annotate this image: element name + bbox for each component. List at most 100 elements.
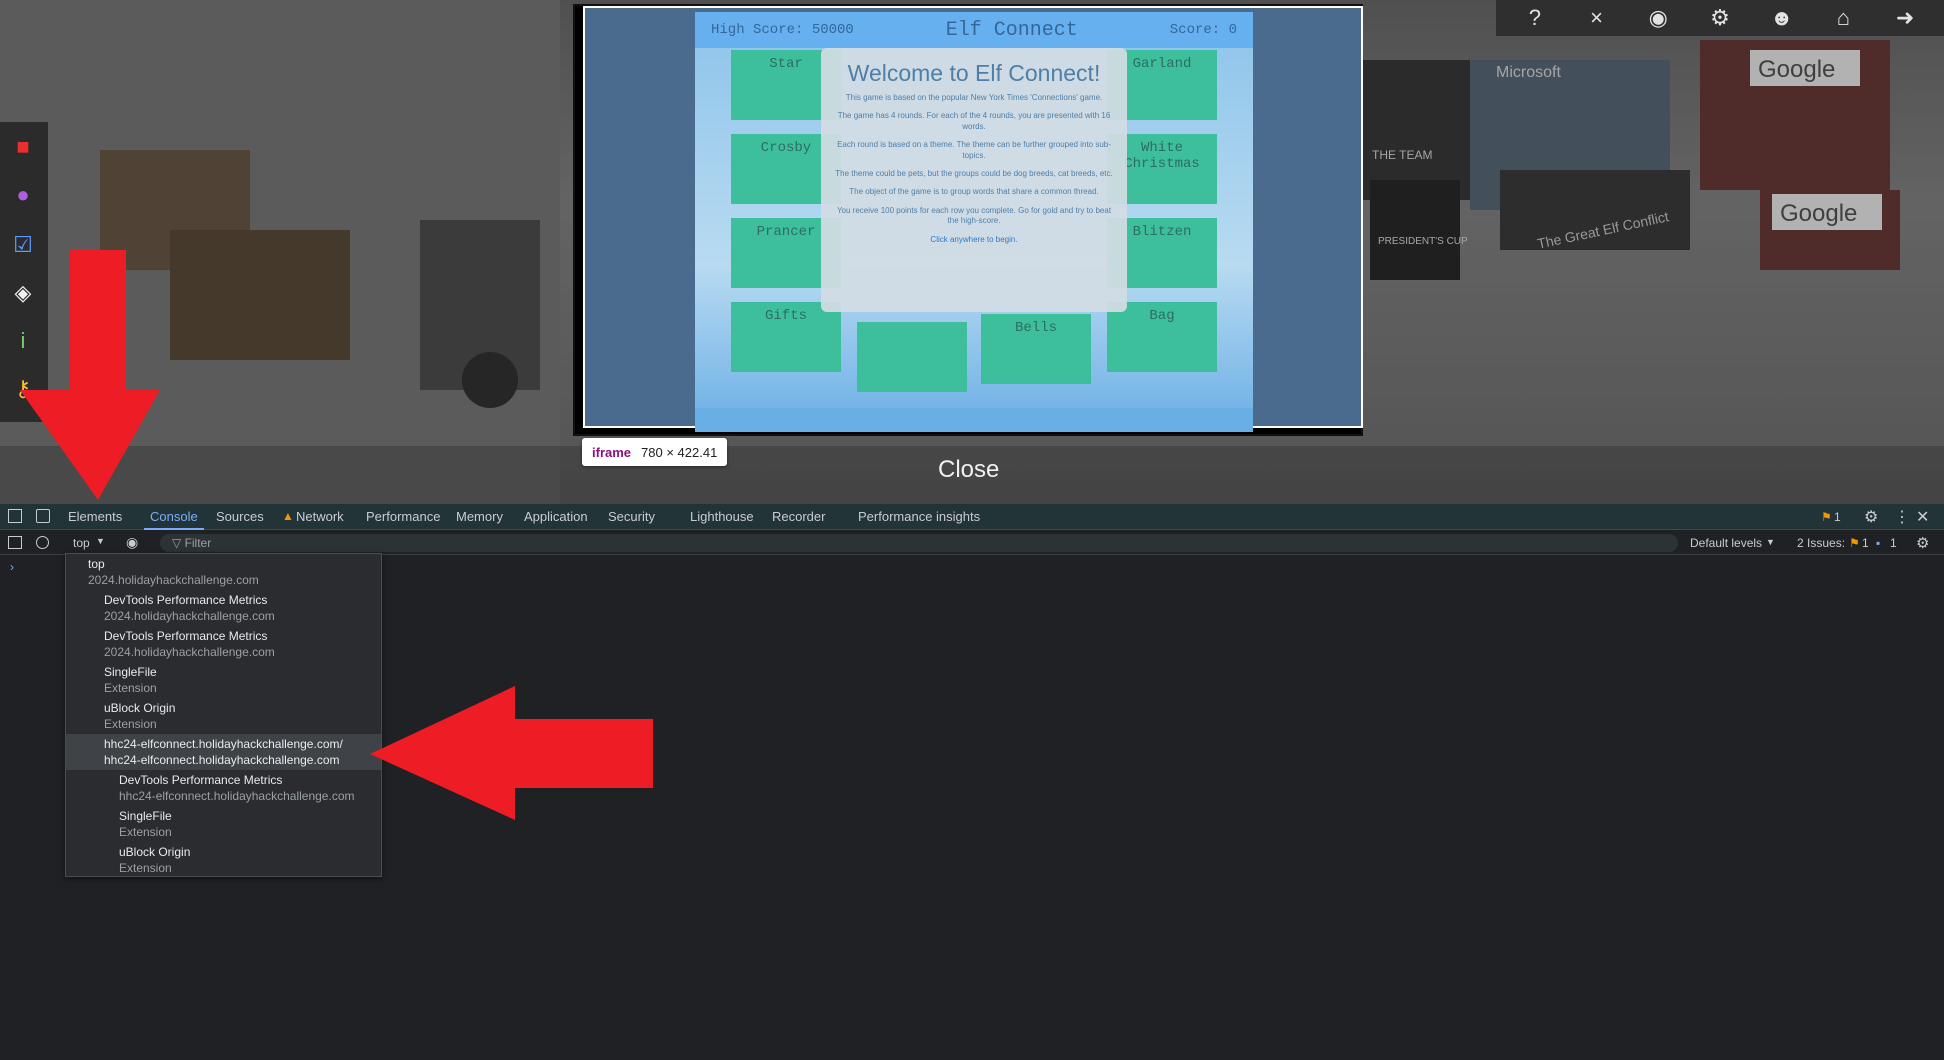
logout-icon[interactable]: ➜ bbox=[1890, 3, 1920, 33]
close-button[interactable]: Close bbox=[938, 456, 999, 484]
context-name: uBlock Origin bbox=[119, 845, 191, 859]
tab-memory[interactable]: Memory bbox=[450, 504, 509, 530]
game-footer bbox=[695, 408, 1253, 432]
tooltip-dimensions: 780 × 422.41 bbox=[641, 444, 718, 460]
high-score: High Score: 50000 bbox=[711, 22, 854, 38]
prompt-chevron-icon[interactable]: › bbox=[10, 560, 14, 574]
top-right-toolbar: ? × ◉ ⚙ ☻ ⌂ ➜ bbox=[1496, 0, 1944, 36]
tab-performance[interactable]: Performance bbox=[360, 504, 446, 530]
score: Score: 0 bbox=[1169, 22, 1237, 38]
context-origin: Extension bbox=[119, 825, 172, 839]
game-title: Elf Connect bbox=[945, 18, 1078, 42]
issues-count[interactable]: 1 bbox=[1834, 510, 1841, 524]
context-option[interactable]: DevTools Performance Metrics 2024.holida… bbox=[66, 626, 381, 662]
sidebar-toggle-icon[interactable] bbox=[8, 536, 22, 549]
console-settings-icon[interactable]: ⚙ bbox=[1916, 534, 1929, 552]
context-name: DevTools Performance Metrics bbox=[104, 629, 268, 643]
tab-recorder[interactable]: Recorder bbox=[766, 504, 831, 530]
word-tile-empty[interactable] bbox=[857, 322, 967, 392]
issues-label[interactable]: 2 Issues: bbox=[1797, 536, 1845, 550]
context-name: hhc24-elfconnect.holidayhackchallenge.co… bbox=[104, 737, 343, 751]
context-origin: hhc24-elfconnect.holidayhackchallenge.co… bbox=[104, 753, 340, 767]
context-option-top[interactable]: top 2024.holidayhackchallenge.com bbox=[66, 554, 381, 590]
game-header: High Score: 50000 Elf Connect Score: 0 bbox=[695, 12, 1253, 48]
tab-performance-insights[interactable]: Performance insights bbox=[852, 504, 986, 530]
issues-info-count[interactable]: 1 bbox=[1890, 536, 1897, 550]
tab-console[interactable]: Console bbox=[144, 504, 204, 530]
more-options-icon[interactable]: ⋮ bbox=[1894, 507, 1910, 527]
close-devtools-icon[interactable]: ✕ bbox=[1916, 507, 1929, 527]
context-option[interactable]: uBlock Origin Extension bbox=[66, 698, 381, 734]
execution-context-dropdown[interactable]: top 2024.holidayhackchallenge.com DevToo… bbox=[65, 553, 382, 877]
map-pin-icon[interactable]: ● bbox=[8, 180, 38, 210]
issues-warn-count[interactable]: 1 bbox=[1862, 536, 1869, 550]
mute-icon[interactable]: × bbox=[1582, 3, 1612, 33]
left-arrow-annotation bbox=[370, 686, 653, 820]
clear-console-icon[interactable] bbox=[36, 536, 49, 549]
tab-lighthouse[interactable]: Lighthouse bbox=[684, 504, 760, 530]
context-origin: 2024.holidayhackchallenge.com bbox=[104, 645, 275, 659]
inspect-element-icon[interactable] bbox=[8, 509, 22, 523]
context-origin: Extension bbox=[104, 681, 157, 695]
default-levels-dropdown[interactable]: Default levels bbox=[1690, 536, 1762, 550]
account-icon[interactable]: ☻ bbox=[1767, 3, 1797, 33]
welcome-text: The game has 4 rounds. For each of the 4… bbox=[837, 111, 1111, 131]
context-origin: hhc24-elfconnect.holidayhackchallenge.co… bbox=[119, 789, 355, 803]
info-message-icon: ▪ bbox=[1876, 536, 1881, 550]
welcome-text: Each round is based on a theme. The them… bbox=[837, 140, 1111, 160]
tooltip-tag: iframe bbox=[592, 444, 632, 460]
settings-icon[interactable]: ⚙ bbox=[1864, 507, 1878, 527]
context-selector[interactable]: top bbox=[73, 536, 90, 550]
context-name: SingleFile bbox=[119, 809, 172, 823]
game-viewport: Microsoft Google Google The Great Elf Co… bbox=[0, 0, 1944, 504]
filter-input[interactable]: ▽ Filter bbox=[160, 534, 1678, 552]
down-arrow-annotation bbox=[20, 250, 160, 500]
context-option[interactable]: DevTools Performance Metrics hhc24-elfco… bbox=[66, 770, 381, 806]
devtools-tabbar: Elements Console Sources ▲ Network Perfo… bbox=[0, 504, 1944, 530]
context-origin: Extension bbox=[119, 861, 172, 875]
word-tile[interactable]: Bag bbox=[1107, 302, 1217, 372]
context-name: uBlock Origin bbox=[104, 701, 176, 715]
welcome-text: The object of the game is to group words… bbox=[849, 187, 1099, 197]
context-option[interactable]: SingleFile Extension bbox=[66, 662, 381, 698]
chevron-down-icon[interactable]: ▼ bbox=[96, 536, 105, 546]
context-name: DevTools Performance Metrics bbox=[104, 593, 268, 607]
context-name: top bbox=[88, 557, 105, 571]
elf-connect-iframe[interactable]: High Score: 50000 Elf Connect Score: 0 S… bbox=[583, 6, 1363, 432]
context-origin: 2024.holidayhackchallenge.com bbox=[88, 573, 259, 587]
welcome-text: This game is based on the popular New Yo… bbox=[845, 93, 1103, 102]
device-toolbar-icon[interactable] bbox=[36, 509, 50, 523]
tab-security[interactable]: Security bbox=[602, 504, 661, 530]
tab-elements[interactable]: Elements bbox=[62, 504, 128, 530]
welcome-scroll[interactable]: Welcome to Elf Connect! This game is bas… bbox=[821, 48, 1127, 312]
eye-icon[interactable]: ◉ bbox=[126, 534, 138, 551]
context-option[interactable]: uBlock Origin Extension bbox=[66, 842, 381, 878]
settings-icon[interactable]: ⚙ bbox=[1705, 3, 1735, 33]
tab-application[interactable]: Application bbox=[518, 504, 594, 530]
context-origin: Extension bbox=[104, 717, 157, 731]
context-name: SingleFile bbox=[104, 665, 157, 679]
click-to-begin[interactable]: Click anywhere to begin. bbox=[833, 235, 1115, 245]
element-inspect-tooltip: iframe 780 × 422.41 bbox=[582, 438, 728, 466]
home-icon[interactable]: ⌂ bbox=[1828, 3, 1858, 33]
game-board[interactable]: High Score: 50000 Elf Connect Score: 0 S… bbox=[695, 12, 1253, 432]
context-option[interactable]: DevTools Performance Metrics 2024.holida… bbox=[66, 590, 381, 626]
chevron-down-icon[interactable]: ▼ bbox=[1766, 537, 1775, 547]
discord-icon[interactable]: ◉ bbox=[1643, 3, 1673, 33]
book-icon[interactable]: ■ bbox=[8, 132, 38, 162]
context-origin: 2024.holidayhackchallenge.com bbox=[104, 609, 275, 623]
welcome-text: You receive 100 points for each row you … bbox=[836, 205, 1112, 226]
context-name: DevTools Performance Metrics bbox=[119, 773, 283, 787]
context-option[interactable]: SingleFile Extension bbox=[66, 806, 381, 842]
welcome-heading: Welcome to Elf Connect! bbox=[847, 60, 1101, 86]
issues-flag-icon[interactable]: ⚑ bbox=[1821, 510, 1832, 524]
tab-network[interactable]: Network bbox=[290, 504, 350, 530]
word-tile[interactable]: Gifts bbox=[731, 302, 841, 372]
word-tile[interactable]: Bells bbox=[981, 314, 1091, 384]
filter-placeholder: Filter bbox=[184, 536, 212, 550]
context-option-elfconnect[interactable]: hhc24-elfconnect.holidayhackchallenge.co… bbox=[66, 734, 381, 770]
warning-flag-icon: ⚑ bbox=[1849, 536, 1860, 550]
welcome-text: The theme could be pets, but the groups … bbox=[835, 168, 1113, 178]
tab-sources[interactable]: Sources bbox=[210, 504, 270, 530]
help-icon[interactable]: ? bbox=[1520, 3, 1550, 33]
